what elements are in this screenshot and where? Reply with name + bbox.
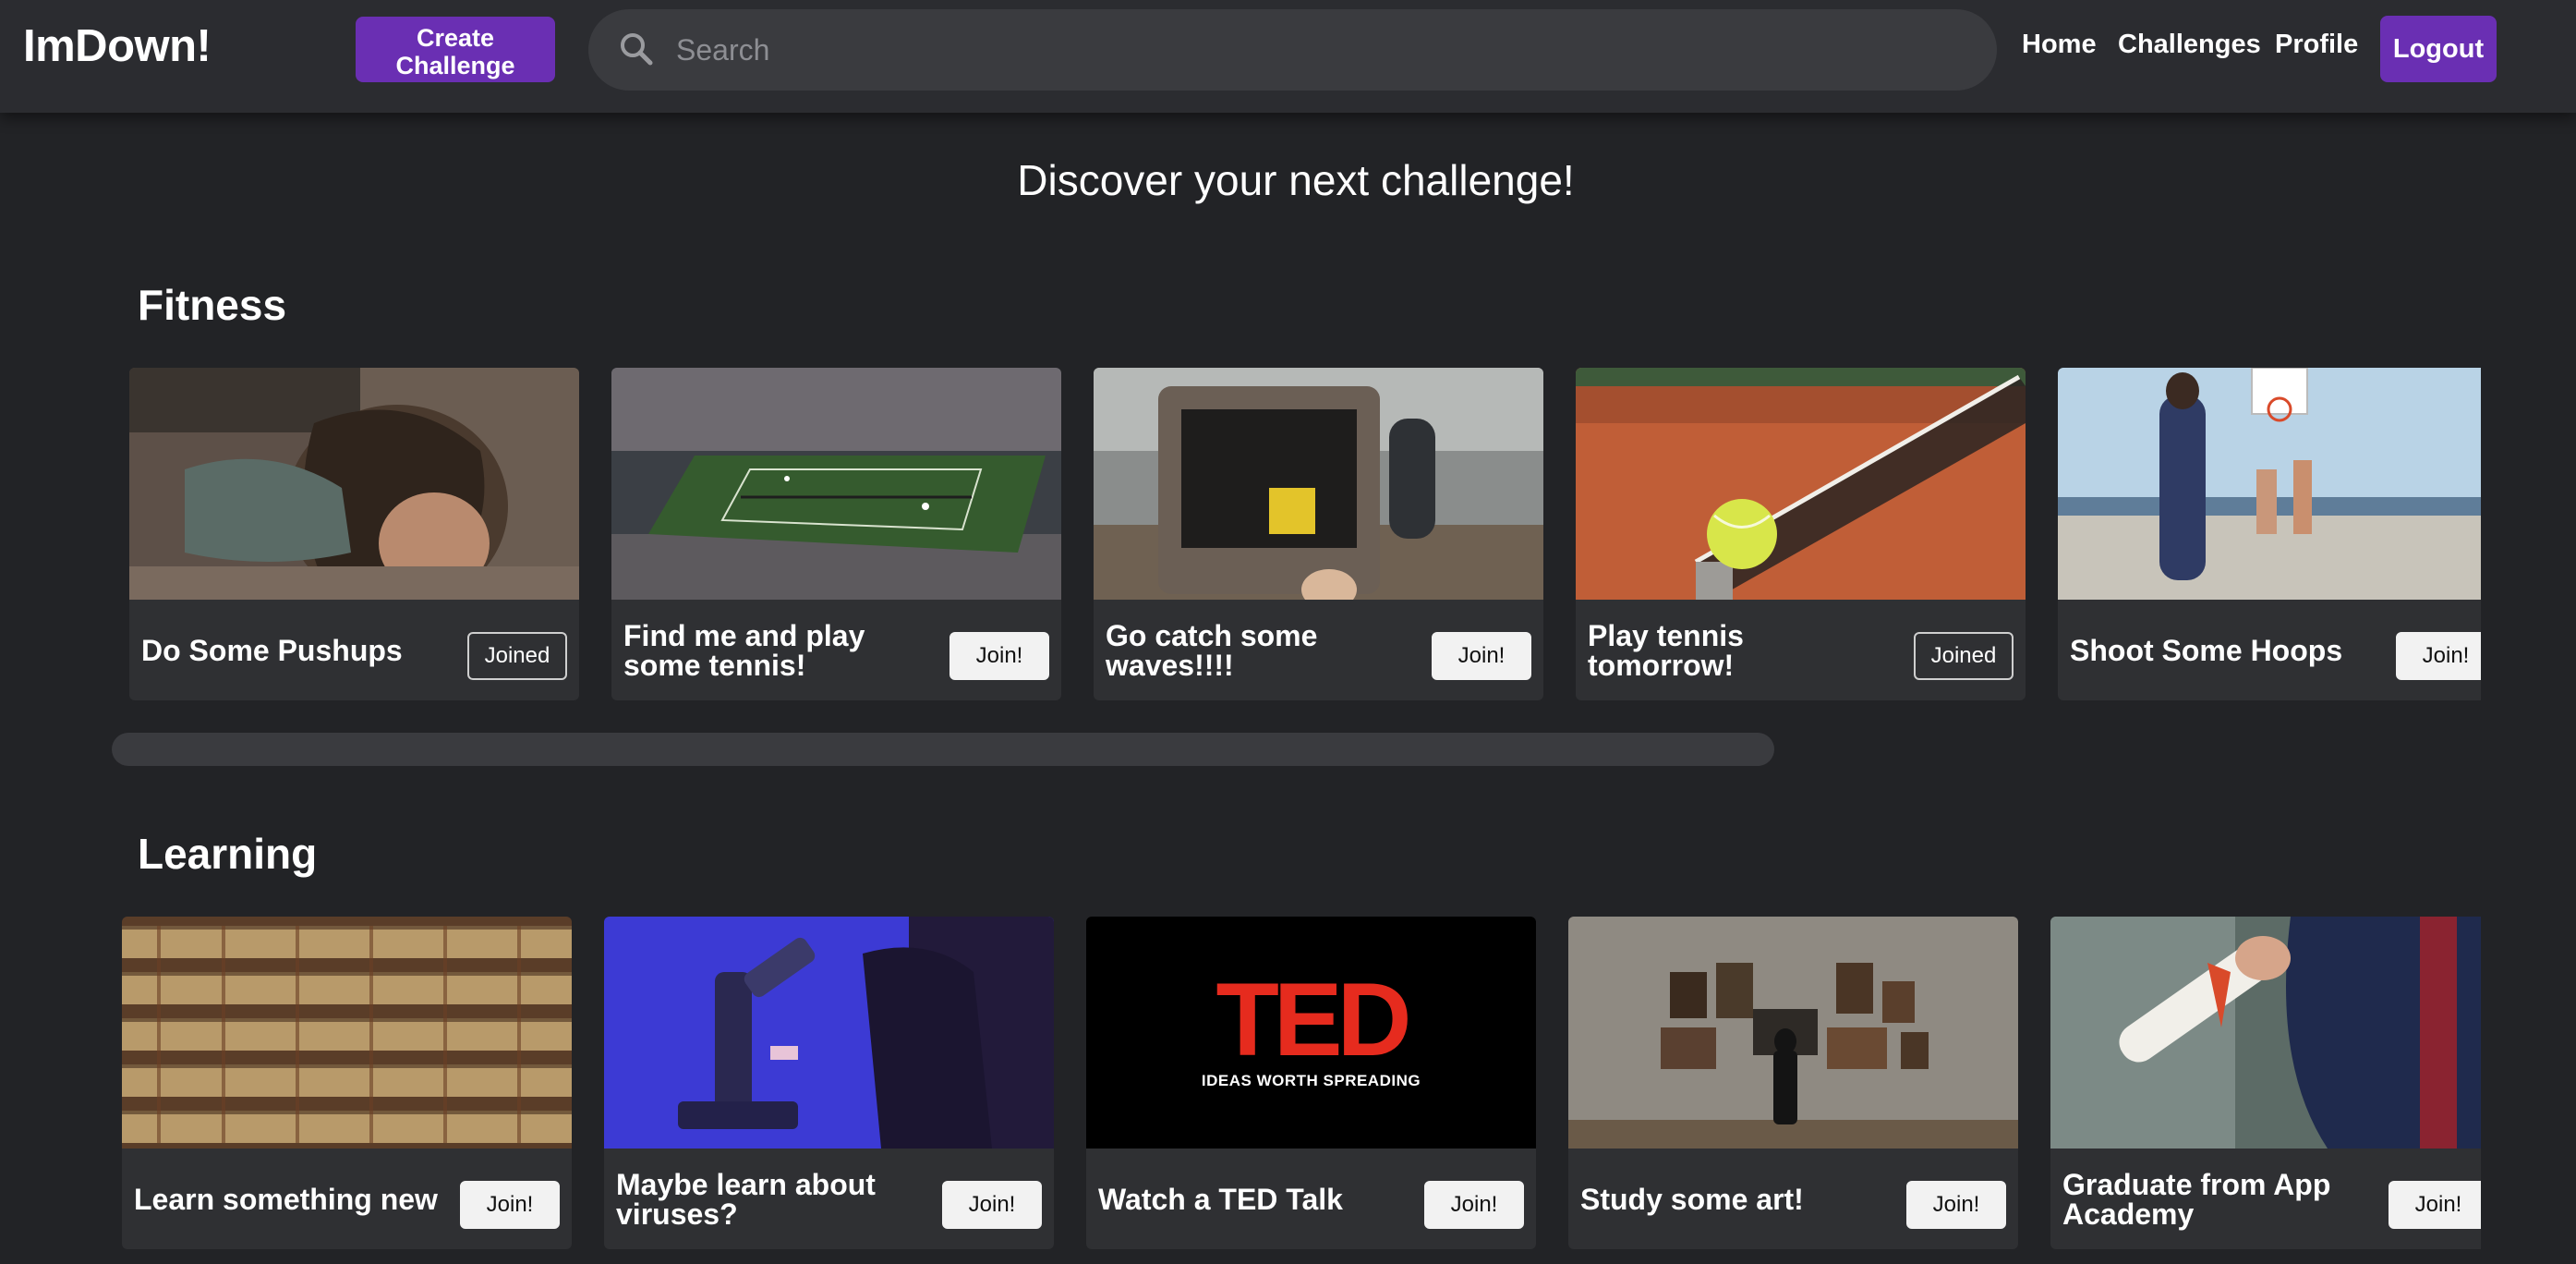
- card-image-art-gallery[interactable]: [1568, 917, 2018, 1149]
- basketball-photo: [2058, 368, 2481, 600]
- card-footer: Maybe learn about viruses? Join!: [604, 1149, 1054, 1249]
- card-footer: Watch a TED Talk Join!: [1086, 1149, 1536, 1249]
- join-button[interactable]: Join!: [460, 1181, 560, 1229]
- learning-card-row[interactable]: Learn something new Join! Maybe learn ab…: [122, 917, 2481, 1251]
- join-button[interactable]: Join!: [942, 1181, 1042, 1229]
- ted-logo: TED IDEAS WORTH SPREADING: [1201, 962, 1421, 1090]
- join-button[interactable]: Join!: [1432, 632, 1531, 680]
- tennis-ball-photo: [1576, 368, 2026, 600]
- section-title-learning: Learning: [138, 830, 318, 878]
- card-image-tennis-stadium[interactable]: [611, 368, 1061, 600]
- card-footer: Learn something new Join!: [122, 1149, 572, 1249]
- card-title: Learn something new: [134, 1182, 438, 1216]
- card-footer: Find me and play some tennis! Join!: [611, 600, 1061, 700]
- join-button[interactable]: Join!: [2396, 632, 2481, 680]
- diploma-photo: [2050, 917, 2481, 1149]
- card-title: Shoot Some Hoops: [2070, 633, 2343, 667]
- microscope-photo: [604, 917, 1054, 1149]
- tennis-stadium-photo: [611, 368, 1061, 600]
- search-icon: [621, 33, 653, 66]
- join-button[interactable]: Join!: [2389, 1181, 2481, 1229]
- join-button[interactable]: Join!: [1906, 1181, 2006, 1229]
- join-button[interactable]: Join!: [949, 632, 1049, 680]
- nav-home-link[interactable]: Home: [2022, 30, 2097, 60]
- van-beach-photo: [1094, 368, 1543, 600]
- search-input[interactable]: [676, 26, 1969, 74]
- nav-challenges-link[interactable]: Challenges: [2118, 30, 2261, 60]
- fitness-card-row[interactable]: Do Some Pushups Joined Find me and play …: [129, 368, 2481, 702]
- card-image-ted[interactable]: TED IDEAS WORTH SPREADING: [1086, 917, 1536, 1149]
- card-footer: Do Some Pushups Joined: [129, 600, 579, 700]
- card-title: Play tennis tomorrow!: [1588, 618, 1744, 682]
- joined-button[interactable]: Joined: [1914, 632, 2014, 680]
- card-footer: Go catch some waves!!!! Join!: [1094, 600, 1543, 700]
- card-image-van-beach[interactable]: [1094, 368, 1543, 600]
- card-footer: Play tennis tomorrow! Joined: [1576, 600, 2026, 700]
- challenge-card[interactable]: Go catch some waves!!!! Join!: [1094, 368, 1543, 700]
- nav-profile-link[interactable]: Profile: [2275, 30, 2358, 60]
- card-footer: Graduate from App Academy Join!: [2050, 1149, 2481, 1249]
- horizontal-scrollbar[interactable]: [112, 733, 1774, 766]
- challenge-card[interactable]: Do Some Pushups Joined: [129, 368, 579, 700]
- section-title-fitness: Fitness: [138, 281, 287, 329]
- joined-button[interactable]: Joined: [467, 632, 567, 680]
- card-title: Study some art!: [1580, 1182, 1804, 1216]
- search-bar[interactable]: [588, 9, 1997, 91]
- top-header: ImDown! Create Challenge Home Challenges…: [0, 0, 2576, 113]
- card-title: Find me and play some tennis!: [623, 618, 865, 682]
- logout-button[interactable]: Logout: [2380, 16, 2497, 82]
- card-footer: Study some art! Join!: [1568, 1149, 2018, 1249]
- card-image-microscope[interactable]: [604, 917, 1054, 1149]
- challenge-card[interactable]: Shoot Some Hoops Join!: [2058, 368, 2481, 700]
- app-logo[interactable]: ImDown!: [23, 20, 212, 72]
- pushups-photo: [129, 368, 579, 600]
- challenge-card[interactable]: Find me and play some tennis! Join!: [611, 368, 1061, 700]
- art-gallery-photo: [1568, 917, 2018, 1149]
- card-title: Watch a TED Talk: [1098, 1182, 1343, 1216]
- bookshelf-photo: [122, 917, 572, 1149]
- card-title: Maybe learn about viruses?: [616, 1167, 876, 1231]
- card-image-diploma[interactable]: [2050, 917, 2481, 1149]
- card-image-basketball[interactable]: [2058, 368, 2481, 600]
- card-title: Go catch some waves!!!!: [1106, 618, 1318, 682]
- challenge-card[interactable]: Graduate from App Academy Join!: [2050, 917, 2481, 1249]
- card-image-tennis-ball[interactable]: [1576, 368, 2026, 600]
- challenge-card[interactable]: Maybe learn about viruses? Join!: [604, 917, 1054, 1249]
- challenge-card[interactable]: Play tennis tomorrow! Joined: [1576, 368, 2026, 700]
- card-title: Do Some Pushups: [141, 633, 403, 667]
- challenge-card[interactable]: Learn something new Join!: [122, 917, 572, 1249]
- card-image-pushups[interactable]: [129, 368, 579, 600]
- create-challenge-button[interactable]: Create Challenge: [356, 17, 555, 82]
- page-title: Discover your next challenge!: [1017, 156, 1575, 204]
- challenge-card[interactable]: TED IDEAS WORTH SPREADING Watch a TED Ta…: [1086, 917, 1536, 1249]
- card-footer: Shoot Some Hoops Join!: [2058, 600, 2481, 700]
- challenge-card[interactable]: Study some art! Join!: [1568, 917, 2018, 1249]
- join-button[interactable]: Join!: [1424, 1181, 1524, 1229]
- card-title: Graduate from App Academy: [2062, 1167, 2331, 1231]
- card-image-bookshelf[interactable]: [122, 917, 572, 1149]
